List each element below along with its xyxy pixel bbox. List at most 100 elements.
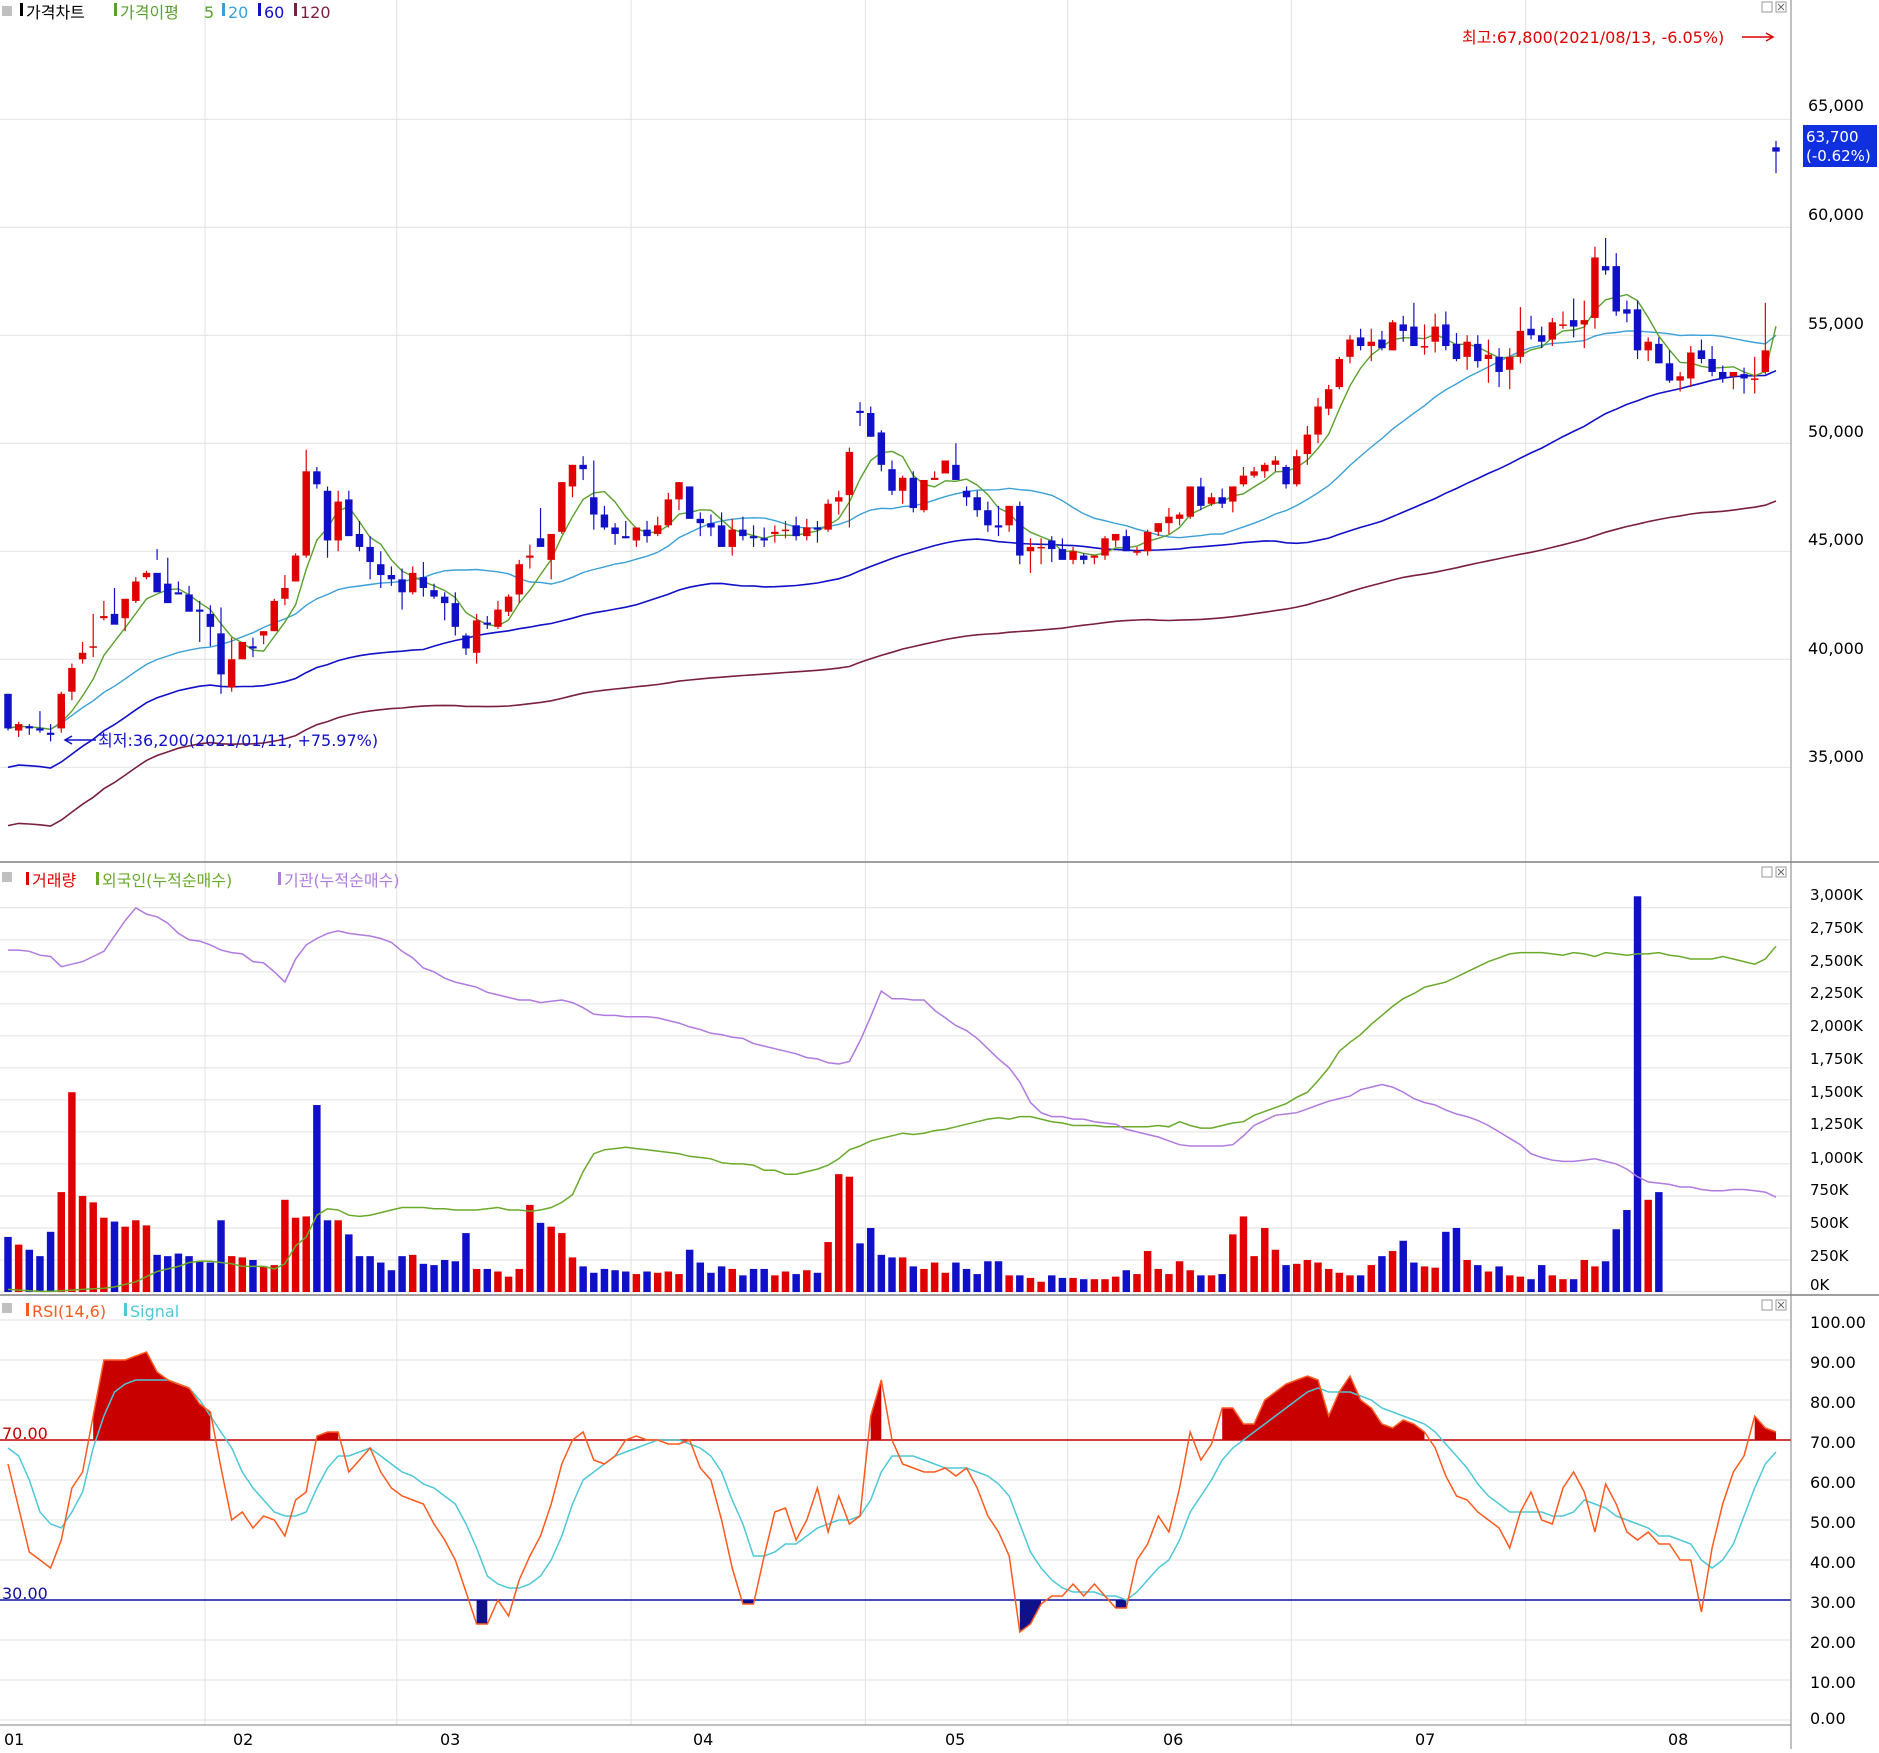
candle-down [749,536,758,539]
candle-down [377,564,385,576]
y-tick-label: 2,000K [1810,1017,1864,1035]
volume-bar [622,1271,630,1292]
candle-down [973,497,981,511]
volume-bar [888,1257,896,1292]
volume-bar [451,1261,460,1292]
volume-bar [1058,1277,1067,1292]
minimize-icon[interactable] [1761,1299,1773,1311]
volume-bar [1644,1199,1652,1292]
volume-bar [238,1257,247,1292]
volume-bar [355,1256,364,1292]
volume-bar [1175,1261,1184,1292]
candle-down [36,728,44,731]
volume-bar [1303,1259,1312,1292]
candle-up [675,482,683,500]
candle-up [270,600,278,632]
volume-bar [387,1270,396,1292]
volume-bar [835,1174,843,1292]
volume-bar [110,1221,119,1292]
volume-bar [1122,1270,1131,1292]
candle-down [1612,266,1620,312]
candle-up [1559,324,1567,326]
candle-up [100,616,108,619]
candle-down [1122,536,1131,552]
minimize-icon[interactable] [1761,866,1773,878]
candle-down [962,490,971,498]
candle-up [1431,326,1439,342]
candle-up [132,581,140,601]
volume-bar [1026,1277,1035,1292]
candle-down [856,410,864,413]
candle-up [728,529,736,547]
candle-up [1314,406,1322,435]
candle-up [547,533,555,560]
volume-bar [920,1268,928,1292]
candle-down [185,594,193,612]
candle-up [227,659,236,688]
volume-legend: 거래량 외국인(누적순매수) 기관(누적순매수) [2,871,400,890]
candle-up [1644,341,1652,351]
candle-down [25,726,34,729]
volume-bar [526,1204,534,1292]
volume-bar [345,1234,353,1292]
candle-up [526,555,534,558]
candle-down [174,592,183,595]
signal-legend-label: Signal [130,1302,179,1321]
current-price-tag: 63,700 (-0.62%) [1803,125,1877,167]
candle-up [89,646,97,648]
candle-up [1239,475,1248,485]
volume-bar [547,1226,555,1292]
volume-bar [1324,1268,1333,1292]
candle-down [1633,309,1642,351]
y-tick-label: 250K [1810,1247,1850,1265]
candle-up [1516,330,1525,357]
candle-down [1079,555,1088,560]
volume-bar [504,1276,513,1292]
candle-up [121,598,129,619]
volume-bar [1516,1276,1525,1292]
volume-bar [771,1275,779,1292]
inst-legend-label: 기관(누적순매수) [284,871,400,890]
stock-chart[interactable]: 가격차트 가격이평 5 20 60 120 거래량 외국인(누적순매수) 기관(… [0,0,1879,1749]
rsi-oversold-fill [1115,1600,1127,1608]
candle-up [1591,257,1599,318]
chart-canvas[interactable]: 가격차트 가격이평 5 20 60 120 거래량 외국인(누적순매수) 기관(… [0,0,1879,1749]
volume-bar [419,1263,428,1292]
candle-up [1154,523,1162,532]
candle-down [206,613,215,627]
minimize-icon[interactable] [1761,1,1773,13]
volume-bar [515,1268,523,1292]
volume-bar [568,1257,577,1292]
volume-bar [1239,1216,1248,1292]
volume-bar [227,1256,236,1292]
candle-down [813,527,822,530]
volume-bar [1633,896,1642,1292]
candle-down [1495,356,1503,372]
candle-up [1069,551,1077,560]
candle-down [1474,343,1482,362]
volume-bar [1378,1256,1386,1292]
volume-bar [1388,1251,1397,1292]
volume-bar [1463,1259,1471,1292]
candle-up [1186,486,1194,517]
candle-down [1016,505,1024,556]
candle-up [68,667,76,692]
volume-bar [1527,1279,1535,1292]
volume-bar [1292,1263,1301,1292]
candle-up [1165,516,1173,524]
candle-down [952,464,960,480]
price-legend: 가격차트 가격이평 5 20 60 120 [2,3,331,22]
candle-up [1346,339,1354,357]
volume-bar [675,1274,683,1292]
volume-bar [302,1216,310,1292]
volume-bar [259,1266,268,1292]
candle-up [1175,514,1184,519]
candle-down [1623,309,1631,314]
y-tick-label: 35,000 [1808,747,1864,766]
candle-down [110,613,119,625]
candle-up [1335,358,1344,388]
volume-bar [685,1249,694,1292]
volume-bar [121,1226,129,1292]
candle-down [323,490,332,541]
volume-bar [206,1262,215,1292]
